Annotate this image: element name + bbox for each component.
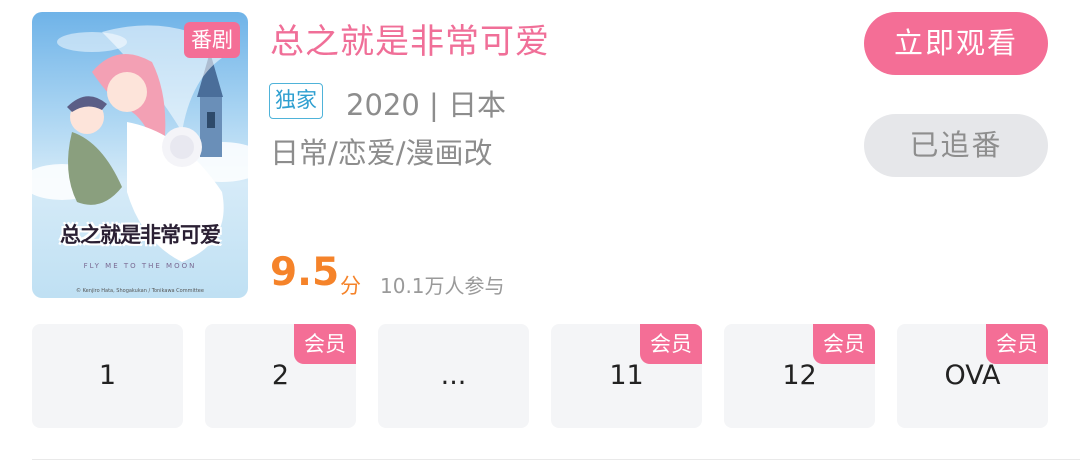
episode-item[interactable]: 12 会员 (724, 324, 875, 428)
episode-item[interactable]: 1 (32, 324, 183, 428)
episode-item[interactable]: OVA 会员 (897, 324, 1048, 428)
episode-label: 2 (271, 360, 290, 391)
episode-label: 12 (782, 360, 817, 391)
anime-detail-card: 番剧 总之就是非常可爱 FLY ME TO THE MOON © Kenjiro… (0, 0, 1080, 475)
watch-now-button[interactable]: 立即观看 (864, 12, 1048, 75)
episode-label: OVA (944, 360, 1001, 391)
vip-badge: 会员 (986, 324, 1048, 364)
exclusive-tag: 独家 (269, 83, 323, 119)
episode-label: 1 (98, 360, 117, 391)
category-badge: 番剧 (184, 22, 240, 58)
poster-logo-subtitle: FLY ME TO THE MOON (83, 262, 197, 270)
participant-count: 10.1万人参与 (380, 274, 505, 298)
score-unit: 分 (340, 274, 361, 298)
poster-logo: 总之就是非常可爱 (60, 223, 221, 247)
show-title[interactable]: 总之就是非常可爱 (270, 14, 550, 63)
episode-item[interactable]: 2 会员 (205, 324, 356, 428)
divider (32, 459, 1080, 460)
episode-item-more[interactable]: ... (378, 324, 529, 428)
year-region: 2020 | 日本 (346, 88, 507, 122)
cover-poster[interactable]: 番剧 总之就是非常可爱 FLY ME TO THE MOON © Kenjiro… (32, 12, 248, 298)
followed-button[interactable]: 已追番 (864, 114, 1048, 177)
vip-badge: 会员 (294, 324, 356, 364)
episode-label: 11 (609, 360, 644, 391)
episode-list: 1 2 会员 ... 11 会员 12 会员 OVA 会员 (32, 324, 1048, 428)
vip-badge: 会员 (640, 324, 702, 364)
vip-badge: 会员 (813, 324, 875, 364)
episode-item[interactable]: 11 会员 (551, 324, 702, 428)
episode-label: ... (440, 360, 467, 391)
score-value: 9.5 (270, 250, 340, 295)
genre-list: 日常/恋爱/漫画改 (270, 136, 493, 170)
poster-copyright: © Kenjiro Hata, Shogakukan / Tonikawa Co… (76, 288, 204, 294)
